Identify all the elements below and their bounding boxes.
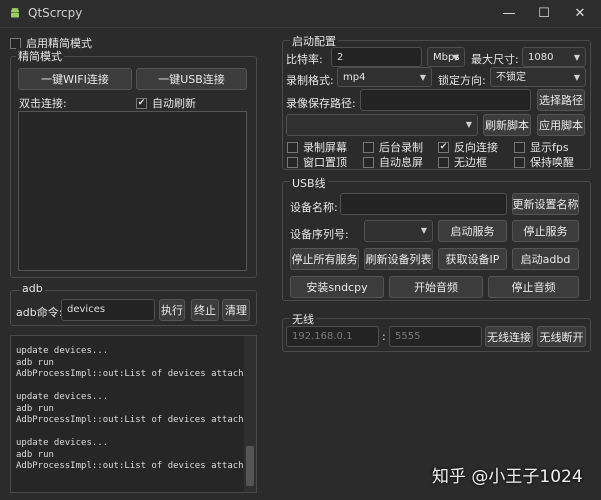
- bitrate-label: 比特率:: [286, 53, 323, 66]
- adb-command-label: adb命令:: [16, 306, 63, 319]
- wireless-disconnect-button[interactable]: 无线断开: [537, 326, 586, 347]
- start-service-button[interactable]: 启动服务: [438, 220, 507, 242]
- log-line: AdbProcessImpl::out:List of devices atta…: [16, 461, 255, 471]
- wireless-connect-button[interactable]: 无线连接: [485, 326, 533, 347]
- log-line: adb run: [16, 449, 54, 460]
- serial-label: 设备序列号:: [290, 228, 349, 241]
- record-format-label: 录制格式:: [286, 74, 334, 87]
- log-line: adb run: [16, 357, 54, 368]
- record-path-input[interactable]: [360, 89, 531, 111]
- checkbox-box: [514, 141, 525, 153]
- ip-input[interactable]: 192.168.0.1: [286, 326, 379, 347]
- record-format-select[interactable]: mp4 ▼: [337, 67, 432, 87]
- chevron-down-icon: ▼: [452, 53, 459, 62]
- screen-off-checkbox[interactable]: 自动息屏: [363, 154, 423, 170]
- stop-all-services-button[interactable]: 停止所有服务: [290, 248, 359, 270]
- log-line: update devices...: [16, 346, 109, 356]
- log-gap: [16, 427, 251, 439]
- log-gap: [16, 381, 251, 393]
- install-sndcpy-button[interactable]: 安装sndcpy: [290, 276, 384, 298]
- checkmark-icon: ✔: [438, 141, 449, 153]
- lock-orientation-select[interactable]: 不锁定 ▼: [490, 67, 586, 87]
- reverse-connect-checkbox[interactable]: ✔ 反向连接: [438, 139, 498, 155]
- start-audio-button[interactable]: 开始音频: [389, 276, 483, 298]
- title-bar: QtScrcpy — ☐ ✕: [0, 0, 601, 28]
- android-icon: [11, 7, 19, 18]
- close-icon[interactable]: ✕: [563, 0, 597, 28]
- maximize-icon[interactable]: ☐: [527, 0, 561, 28]
- ip-port-separator: :: [382, 330, 386, 343]
- max-size-label: 最大尺寸:: [471, 53, 519, 66]
- device-name-label: 设备名称:: [290, 201, 338, 214]
- lock-orientation-label: 锁定方向:: [438, 74, 486, 87]
- always-on-top-checkbox[interactable]: 窗口置顶: [287, 154, 347, 170]
- bitrate-unit-select[interactable]: Mbps ▼: [427, 47, 465, 67]
- double-click-label: 双击连接:: [19, 97, 67, 110]
- usb-group-title: USB线: [290, 175, 328, 191]
- clear-button[interactable]: 清理: [222, 299, 250, 321]
- checkbox-box: [363, 156, 374, 168]
- checkbox-box: [363, 141, 374, 153]
- log-line: AdbProcessImpl::out:List of devices atta…: [16, 369, 255, 379]
- log-scrollbar[interactable]: [244, 336, 256, 492]
- stop-audio-button[interactable]: 停止音频: [488, 276, 579, 298]
- terminate-button[interactable]: 终止: [191, 299, 219, 321]
- bitrate-input[interactable]: 2: [331, 47, 422, 67]
- chevron-down-icon: ▼: [420, 226, 427, 235]
- simple-mode-group-title: 精简模式: [16, 48, 64, 64]
- get-device-ip-button[interactable]: 获取设备IP: [438, 248, 507, 270]
- checkbox-box: [287, 141, 298, 153]
- checkbox-box: [438, 156, 449, 168]
- stop-service-button[interactable]: 停止服务: [512, 220, 579, 242]
- refresh-script-button[interactable]: 刷新脚本: [483, 114, 531, 136]
- wifi-connect-button[interactable]: 一键WIFI连接: [18, 68, 132, 90]
- chevron-down-icon: ▼: [573, 73, 580, 82]
- minimize-icon[interactable]: —: [492, 0, 526, 28]
- window-title: QtScrcpy: [28, 6, 83, 20]
- record-path-label: 录像保存路径:: [286, 97, 356, 110]
- background-record-checkbox[interactable]: 后台录制: [363, 139, 423, 155]
- log-line: update devices...: [16, 438, 109, 448]
- start-adbd-button[interactable]: 启动adbd: [512, 248, 579, 270]
- chevron-down-icon: ▼: [465, 120, 472, 129]
- wireless-group-title: 无线: [290, 311, 316, 327]
- script-select[interactable]: ▼: [286, 114, 478, 136]
- auto-refresh-checkbox[interactable]: ✔ 自动刷新: [136, 95, 196, 111]
- apply-script-button[interactable]: 应用脚本: [537, 114, 585, 136]
- usb-connect-button[interactable]: 一键USB连接: [136, 68, 247, 90]
- checkbox-box: [514, 156, 525, 168]
- start-config-title: 启动配置: [290, 33, 338, 49]
- record-screen-checkbox[interactable]: 录制屏幕: [287, 139, 347, 155]
- show-fps-checkbox[interactable]: 显示fps: [514, 139, 569, 155]
- port-input[interactable]: 5555: [389, 326, 482, 347]
- log-scrollbar-thumb[interactable]: [246, 446, 254, 486]
- chevron-down-icon: ▼: [573, 53, 580, 62]
- device-list[interactable]: [18, 111, 247, 271]
- chevron-down-icon: ▼: [419, 73, 426, 82]
- device-name-input[interactable]: [340, 193, 507, 215]
- serial-select[interactable]: ▼: [364, 220, 433, 242]
- adb-command-input[interactable]: devices: [61, 299, 155, 321]
- select-path-button[interactable]: 选择路径: [537, 89, 585, 111]
- update-device-name-button[interactable]: 更新设置名称: [512, 193, 579, 215]
- max-size-select[interactable]: 1080 ▼: [522, 47, 586, 67]
- log-line: AdbProcessImpl::out:List of devices atta…: [16, 415, 255, 425]
- checkbox-box: [10, 37, 21, 49]
- stay-awake-checkbox[interactable]: 保持唤醒: [514, 154, 574, 170]
- checkmark-icon: ✔: [136, 97, 147, 109]
- watermark: 知乎 @小王子1024: [432, 467, 583, 487]
- log-line: adb run: [16, 403, 54, 414]
- refresh-device-list-button[interactable]: 刷新设备列表: [364, 248, 433, 270]
- frameless-checkbox[interactable]: 无边框: [438, 154, 487, 170]
- log-output[interactable]: update devices... adb run AdbProcessImpl::…: [10, 335, 257, 493]
- execute-button[interactable]: 执行: [159, 299, 185, 321]
- adb-group-title: adb: [20, 282, 45, 295]
- checkbox-box: [287, 156, 298, 168]
- log-line: update devices...: [16, 392, 109, 402]
